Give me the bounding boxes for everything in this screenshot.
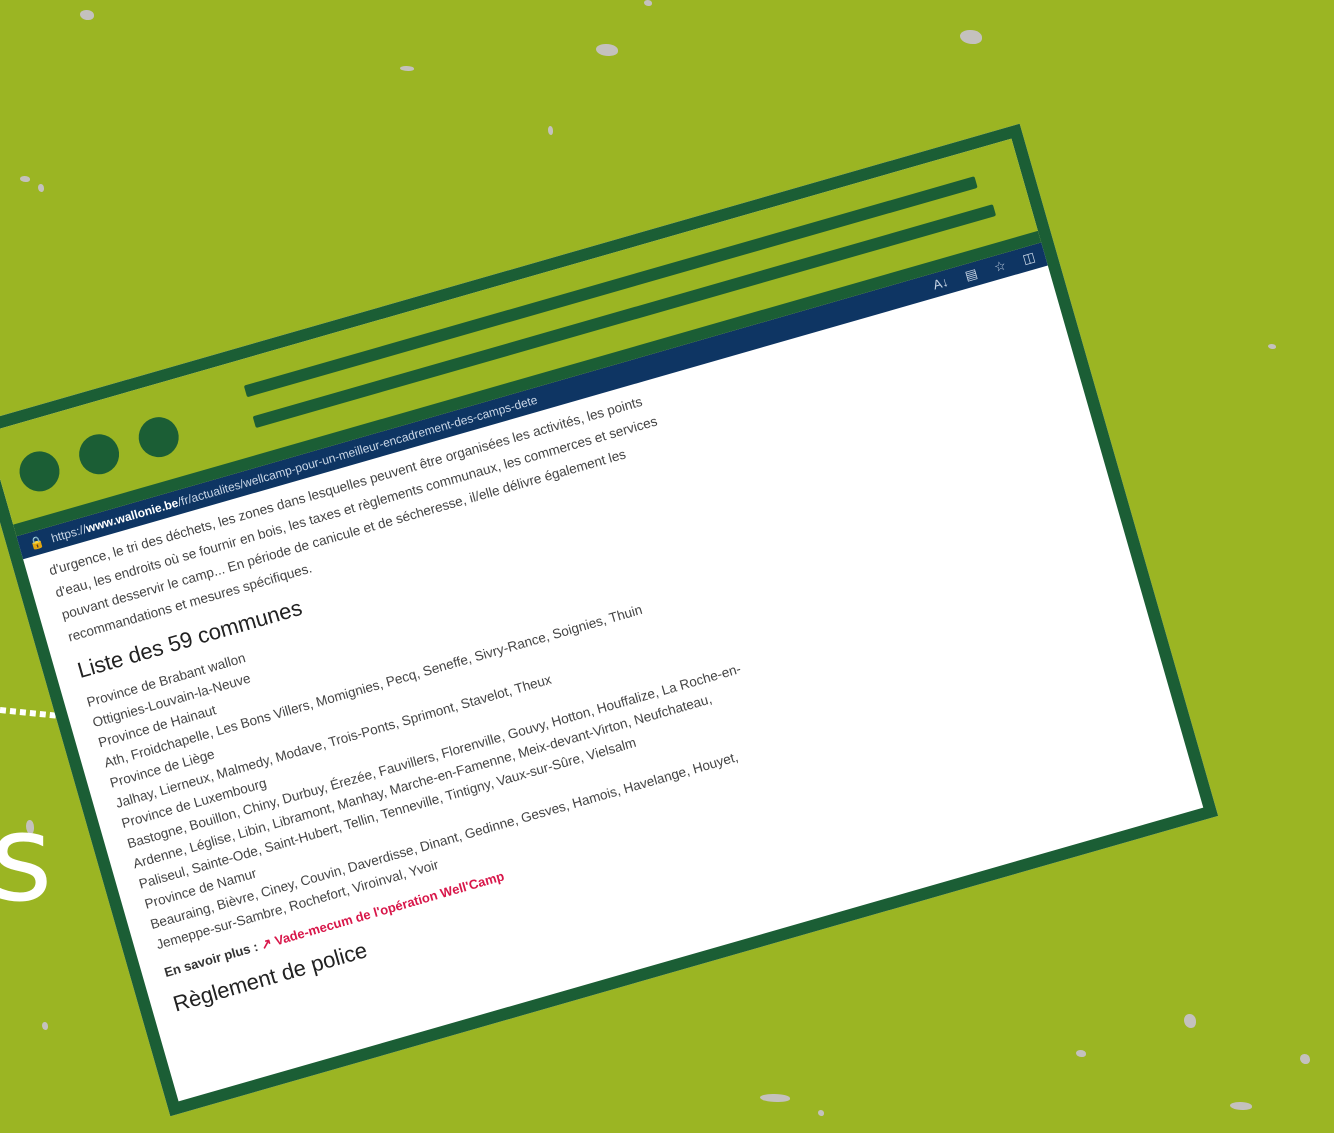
confetti-piece	[1268, 344, 1276, 349]
confetti-piece	[1300, 1054, 1310, 1064]
external-link-icon: ↗	[259, 934, 274, 953]
window-dot	[14, 446, 65, 497]
confetti-piece	[644, 0, 652, 6]
browser-window: 🔒 https://www.wallonie.be/fr/actualites/…	[0, 123, 1219, 1117]
lock-icon: 🔒	[27, 534, 46, 552]
confetti-piece	[960, 30, 982, 44]
confetti-piece	[1076, 1050, 1086, 1057]
side-letter: s	[0, 790, 53, 929]
confetti-piece	[760, 1094, 790, 1102]
confetti-piece	[1230, 1102, 1252, 1110]
confetti-piece	[80, 10, 94, 20]
sidebar-icon[interactable]: ◫	[1021, 249, 1037, 268]
window-dot	[133, 412, 184, 462]
confetti-piece	[38, 184, 44, 192]
favorite-star-icon[interactable]: ☆	[992, 257, 1008, 276]
reader-view-icon[interactable]: ▤	[963, 266, 979, 285]
confetti-piece	[20, 176, 30, 182]
window-dot	[74, 429, 124, 480]
confetti-piece	[400, 66, 414, 71]
confetti-piece	[548, 126, 553, 135]
confetti-piece	[42, 1022, 48, 1030]
read-aloud-icon[interactable]: A↓	[931, 274, 950, 294]
confetti-piece	[596, 44, 618, 56]
confetti-piece	[818, 1110, 824, 1116]
confetti-piece	[1184, 1014, 1196, 1028]
